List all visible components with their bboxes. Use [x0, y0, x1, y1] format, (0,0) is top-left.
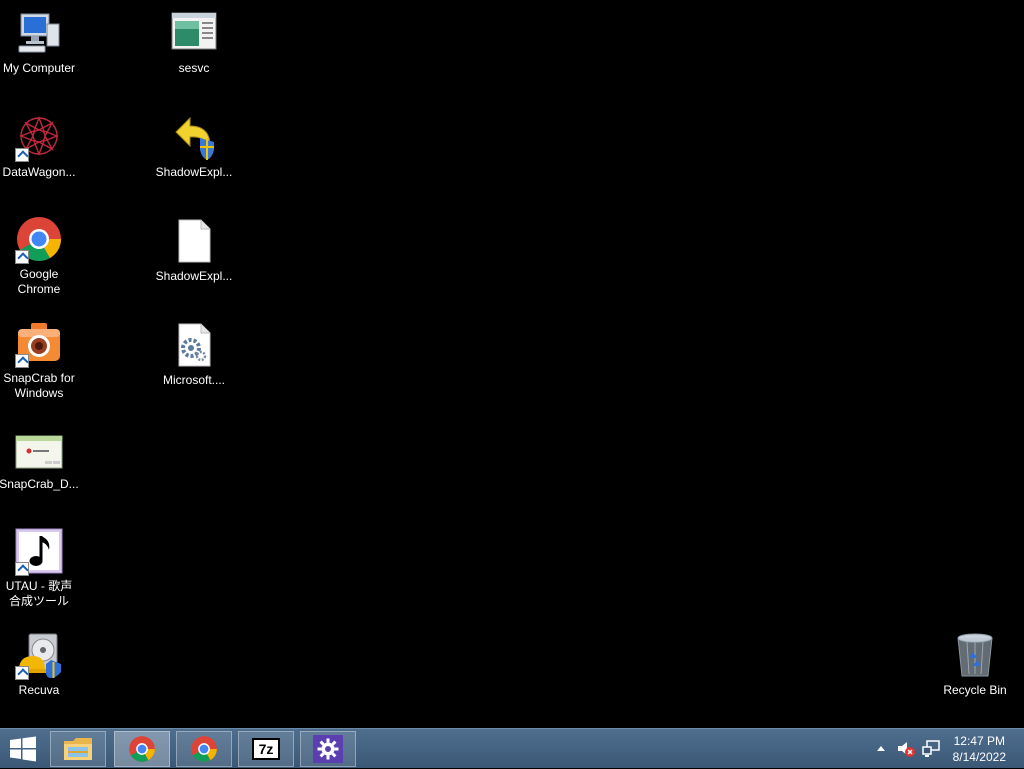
gear-icon [313, 735, 343, 763]
folder-icon [64, 738, 92, 760]
chrome-icon [15, 216, 63, 264]
shortcut-arrow-icon [15, 250, 29, 264]
desktop-icon-datawagon[interactable]: DataWagon... [0, 114, 79, 180]
icon-label: Google Chrome [17, 267, 61, 296]
system-tray: 12:47 PM 8/14/2022 [860, 729, 1024, 769]
volume-muted-icon[interactable] [896, 740, 916, 758]
clock-time: 12:47 PM [953, 734, 1005, 748]
icon-label: Microsoft.... [162, 373, 225, 387]
icon-label: UTAU - 歌声 合成ツール [5, 579, 73, 608]
taskbar-7zip-button[interactable]: 7z [238, 731, 294, 767]
screenshot-thumbnail-icon [15, 426, 63, 474]
shortcut-arrow-icon [15, 148, 29, 162]
shortcut-arrow-icon [15, 354, 29, 368]
icon-label: Recuva [18, 683, 60, 697]
taskbar-settings-button[interactable] [300, 731, 356, 767]
windows-logo-icon [10, 736, 36, 762]
icon-label: ShadowExpl... [155, 165, 233, 179]
7zip-label: 7z [258, 741, 274, 757]
desktop-icon-my-computer[interactable]: My Computer [0, 10, 79, 76]
desktop-icon-snapcrab-screenshot[interactable]: SnapCrab_D... [0, 426, 79, 492]
desktop: My Computer DataWagon... Google Chrome S… [0, 0, 1024, 728]
taskbar: 7z 12:47 PM 8/14/2022 [0, 728, 1024, 768]
camera-icon [15, 320, 63, 368]
icon-label: DataWagon... [2, 165, 76, 179]
network-icon[interactable] [922, 740, 940, 758]
icon-label: SnapCrab for Windows [3, 371, 75, 400]
window-app-icon [170, 10, 218, 58]
desktop-icon-sesvc[interactable]: sesvc [154, 10, 234, 76]
icon-label: Recycle Bin [943, 683, 1007, 697]
taskbar-chrome-button-1[interactable] [114, 731, 170, 767]
icon-label: sesvc [178, 61, 210, 75]
taskbar-chrome-button-2[interactable] [176, 731, 232, 767]
icon-label: My Computer [2, 61, 76, 75]
desktop-icon-recycle-bin[interactable]: Recycle Bin [935, 632, 1015, 698]
icon-label: SnapCrab_D... [0, 477, 79, 491]
chrome-icon [191, 736, 217, 762]
desktop-icon-shadowexplorer-file[interactable]: ShadowExpl... [154, 218, 234, 284]
taskbar-file-explorer-button[interactable] [50, 731, 106, 767]
taskbar-clock[interactable]: 12:47 PM 8/14/2022 [953, 733, 1006, 765]
computer-icon [15, 10, 63, 58]
desktop-icon-recuva[interactable]: Recuva [0, 632, 79, 698]
shortcut-arrow-icon [15, 562, 29, 576]
config-file-icon [170, 322, 218, 370]
start-button[interactable] [8, 736, 38, 762]
recycle-bin-icon [951, 632, 999, 680]
chrome-icon [129, 736, 155, 762]
desktop-icon-microsoft-config[interactable]: Microsoft.... [154, 322, 234, 388]
icon-label: ShadowExpl... [155, 269, 233, 283]
music-note-icon [15, 528, 63, 576]
desktop-icon-google-chrome[interactable]: Google Chrome [0, 216, 79, 297]
show-hidden-icons-chevron-icon[interactable] [877, 745, 885, 751]
recuva-icon [15, 632, 63, 680]
clock-date: 8/14/2022 [952, 750, 1006, 764]
shortcut-arrow-icon [15, 666, 29, 680]
desktop-icon-utau[interactable]: UTAU - 歌声 合成ツール [0, 528, 79, 609]
datawagon-icon [15, 114, 63, 162]
desktop-icon-shadowexplorer-shortcut[interactable]: ShadowExpl... [154, 114, 234, 180]
desktop-icon-snapcrab[interactable]: SnapCrab for Windows [0, 320, 79, 401]
shadowexplorer-icon [170, 114, 218, 162]
7zip-icon: 7z [252, 738, 280, 760]
blank-file-icon [170, 218, 218, 266]
